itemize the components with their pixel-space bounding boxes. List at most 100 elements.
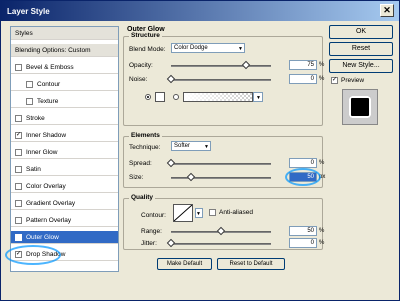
size-highlight-annotation [285, 168, 321, 186]
jitter-unit: % [319, 240, 325, 246]
spread-label: Spread: [129, 160, 152, 167]
outer-glow-highlight-annotation [5, 245, 61, 265]
range-label: Range: [141, 228, 162, 235]
sidebar-item-bevel-emboss[interactable]: Bevel & Emboss [11, 61, 118, 74]
sidebar-checkbox[interactable] [15, 182, 22, 190]
sidebar-checkbox[interactable] [26, 97, 33, 105]
elements-label: Elements [129, 132, 162, 139]
size-label: Size: [129, 174, 144, 181]
opacity-label: Opacity: [129, 62, 153, 69]
reset-button[interactable]: Reset [329, 42, 393, 56]
sidebar-item-label: Color Overlay [26, 182, 66, 190]
sidebar-checkbox[interactable]: ✓ [15, 131, 22, 139]
sidebar-item-styles[interactable]: Styles [11, 27, 118, 40]
close-icon: ✕ [383, 5, 391, 15]
ok-button[interactable]: OK [329, 25, 393, 39]
preview-checkbox[interactable]: ✓ [331, 77, 338, 84]
sidebar-item-texture[interactable]: Texture [11, 95, 118, 108]
anti-aliased-label: Anti-aliased [219, 209, 253, 216]
chevron-down-icon: ▼ [238, 46, 243, 52]
solid-color-radio[interactable] [145, 94, 151, 100]
noise-slider[interactable] [171, 79, 271, 81]
sidebar-item-gradient-overlay[interactable]: Gradient Overlay [11, 197, 118, 210]
glow-gradient-picker[interactable] [183, 92, 253, 102]
styles-sidebar: Styles Blending Options: Custom Bevel & Em… [10, 26, 119, 272]
sidebar-item-label: Gradient Overlay [26, 199, 76, 207]
technique-value: Softer [174, 143, 191, 149]
sidebar-item-label: Blending Options: Custom [15, 46, 91, 54]
size-slider[interactable] [171, 177, 271, 179]
sidebar-item-label: Contour [37, 80, 61, 88]
anti-aliased-checkbox[interactable] [209, 209, 216, 216]
sidebar-checkbox[interactable] [15, 199, 22, 207]
range-input[interactable]: 50 [289, 226, 317, 236]
sidebar-item-inner-glow[interactable]: Inner Glow [11, 146, 118, 159]
spread-unit: % [319, 160, 325, 166]
noise-unit: % [319, 76, 325, 82]
sidebar-item-satin[interactable]: Satin [11, 163, 118, 176]
glow-color-swatch[interactable] [155, 92, 165, 102]
sidebar-item-label: Styles [15, 29, 33, 37]
sidebar-checkbox[interactable] [15, 63, 22, 71]
chevron-down-icon: ▼ [256, 95, 261, 101]
sidebar-checkbox[interactable] [15, 114, 22, 122]
range-unit: % [319, 228, 325, 234]
preview-shape [349, 96, 371, 118]
sidebar-item-label: Texture [37, 97, 59, 105]
window-title: Layer Style [7, 6, 50, 16]
sidebar-item-label: Bevel & Emboss [26, 63, 74, 71]
gradient-dropdown[interactable]: ▼ [253, 92, 263, 102]
gradient-radio[interactable] [173, 94, 179, 100]
chevron-down-icon: ▼ [196, 211, 201, 217]
sidebar-item-label: Pattern Overlay [26, 216, 72, 224]
opacity-slider[interactable] [171, 65, 271, 67]
layer-style-window: Layer Style ✕ Styles Blending Options: Cu… [0, 0, 400, 301]
sidebar-item-color-overlay[interactable]: Color Overlay [11, 180, 118, 193]
blend-mode-value: Color Dodge [174, 45, 208, 51]
outer-glow-panel: Outer Glow Structure Blend Mode: Color D… [121, 22, 325, 272]
sidebar-item-contour[interactable]: Contour [11, 78, 118, 91]
sidebar-item-label: Inner Glow [26, 148, 58, 156]
quality-label: Quality [129, 194, 156, 201]
jitter-slider[interactable] [171, 243, 271, 245]
new-style-button[interactable]: New Style... [329, 59, 393, 73]
sidebar-checkbox[interactable]: ✓ [15, 233, 22, 241]
spread-input[interactable]: 0 [289, 158, 317, 168]
opacity-input[interactable]: 75 [289, 60, 317, 70]
sidebar-item-label: Satin [26, 165, 41, 173]
noise-label: Noise: [129, 76, 148, 83]
spread-slider[interactable] [171, 163, 271, 165]
style-preview-thumbnail [342, 89, 378, 125]
sidebar-checkbox[interactable] [26, 80, 33, 88]
technique-dropdown[interactable]: Softer ▼ [171, 141, 211, 151]
sidebar-item-blending-options-custom[interactable]: Blending Options: Custom [11, 44, 118, 57]
contour-dropdown[interactable]: ▼ [195, 208, 203, 218]
opacity-unit: % [319, 62, 325, 68]
structure-label: Structure [129, 32, 162, 39]
reset-to-default-button[interactable]: Reset to Default [217, 258, 285, 270]
noise-input[interactable]: 0 [289, 74, 317, 84]
sidebar-checkbox[interactable] [15, 148, 22, 156]
sidebar-item-label: Outer Glow [26, 233, 59, 241]
sidebar-checkbox[interactable] [15, 216, 22, 224]
jitter-label: Jitter: [141, 240, 157, 247]
sidebar-item-label: Inner Shadow [26, 131, 67, 139]
title-bar: Layer Style ✕ [1, 1, 399, 21]
chevron-down-icon: ▼ [204, 144, 209, 150]
blend-mode-dropdown[interactable]: Color Dodge ▼ [171, 43, 245, 53]
sidebar-checkbox[interactable] [15, 165, 22, 173]
make-default-button[interactable]: Make Default [157, 258, 212, 270]
contour-picker[interactable] [173, 204, 193, 222]
sidebar-item-stroke[interactable]: Stroke [11, 112, 118, 125]
close-button[interactable]: ✕ [380, 4, 394, 17]
preview-label: Preview [341, 77, 365, 84]
sidebar-item-pattern-overlay[interactable]: Pattern Overlay [11, 214, 118, 227]
contour-curve-icon [173, 204, 193, 222]
sidebar-item-label: Stroke [26, 114, 45, 122]
technique-label: Technique: [129, 144, 161, 151]
jitter-input[interactable]: 0 [289, 238, 317, 248]
blend-mode-label: Blend Mode: [129, 46, 166, 53]
contour-label: Contour: [141, 212, 166, 219]
sidebar-item-inner-shadow[interactable]: ✓ Inner Shadow [11, 129, 118, 142]
sidebar-item-outer-glow[interactable]: ✓ Outer Glow [11, 231, 118, 244]
